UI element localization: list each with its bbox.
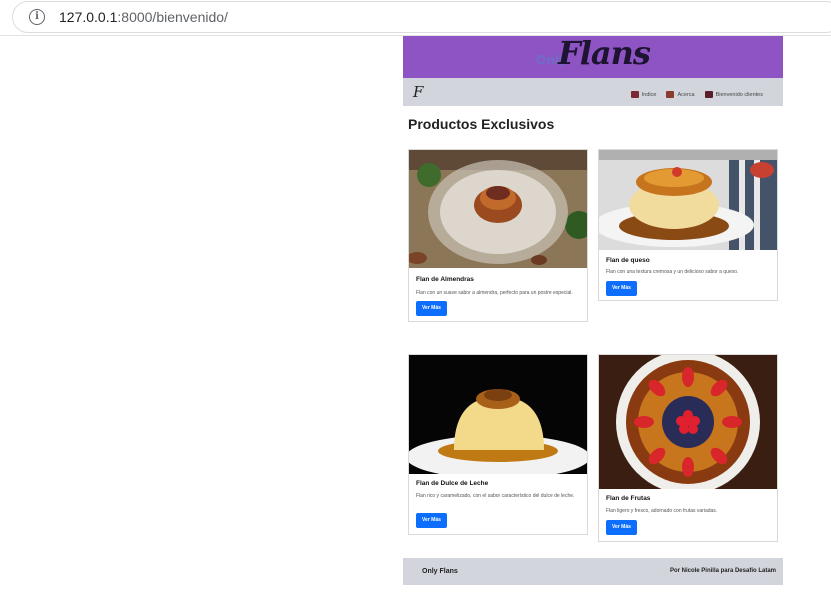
nav-link-label: Indice xyxy=(641,91,657,98)
url-host: 127.0.0.1 xyxy=(59,9,118,25)
navbar: F Indice Acerca Bienvenido clientes xyxy=(403,78,783,106)
home-icon xyxy=(630,91,639,98)
product-title: Flan de Dulce de Leche xyxy=(416,480,489,487)
brand-logo-icon[interactable]: F xyxy=(413,83,423,101)
url-path: :8000/bienvenido/ xyxy=(117,9,228,25)
nav-link-acerca[interactable]: Acerca xyxy=(666,91,695,98)
product-card-frutas: Flan de Frutas Flan ligero y fresco, ado… xyxy=(598,354,778,542)
product-card-queso: Flan de queso Flan con una textura cremo… xyxy=(598,149,778,301)
product-title: Flan de Frutas xyxy=(606,495,651,502)
nav-link-indice[interactable]: Indice xyxy=(630,91,657,98)
product-image-almendras xyxy=(409,150,587,268)
browser-toolbar: i 127.0.0.1:8000/bienvenido/ xyxy=(0,0,831,36)
product-card-almendras: Flan de Almendras Flan con un suave sabo… xyxy=(408,149,588,322)
nav-link-label: Acerca xyxy=(677,91,695,98)
section-title: Productos Exclusivos xyxy=(408,116,555,132)
product-image-frutas xyxy=(599,355,777,489)
product-description: Flan con una textura cremosa y un delici… xyxy=(606,269,739,275)
product-description: Flan con un suave sabor a almendra, perf… xyxy=(416,290,573,296)
product-image-dulce-de-leche xyxy=(409,355,587,474)
ver-mas-button[interactable]: Ver Más xyxy=(606,281,637,296)
product-description: Flan ligero y fresco, adornado con fruta… xyxy=(606,508,718,514)
footer-credit: Por Nicole Pinilla para Desafío Latam xyxy=(669,568,776,574)
product-title: Flan de Almendras xyxy=(416,276,474,283)
nav-links: Indice Acerca Bienvenido clientes xyxy=(630,91,763,98)
logo-wordmark: Flans xyxy=(558,34,651,72)
url-text[interactable]: 127.0.0.1:8000/bienvenido/ xyxy=(59,9,228,25)
hero-banner: Only Flans xyxy=(403,34,783,78)
ver-mas-button[interactable]: Ver Más xyxy=(416,513,447,528)
address-bar[interactable]: i 127.0.0.1:8000/bienvenido/ xyxy=(12,1,831,33)
footer: Only Flans Por Nicole Pinilla para Desaf… xyxy=(403,558,783,585)
nav-link-label: Bienvenido clientes xyxy=(715,91,763,98)
ver-mas-button[interactable]: Ver Más xyxy=(416,301,447,316)
product-image-queso xyxy=(599,150,777,250)
product-description: Flan rico y caramelizado, con el sabor c… xyxy=(416,493,575,499)
ver-mas-button[interactable]: Ver Más xyxy=(606,520,637,535)
info-card-icon xyxy=(666,91,675,98)
door-icon xyxy=(704,91,713,98)
footer-brand: Only Flans xyxy=(422,568,458,575)
nav-link-bienvenido[interactable]: Bienvenido clientes xyxy=(704,91,763,98)
site-info-icon[interactable]: i xyxy=(29,9,45,25)
product-card-dulce-de-leche: Flan de Dulce de Leche Flan rico y caram… xyxy=(408,354,588,535)
product-title: Flan de queso xyxy=(606,257,650,264)
